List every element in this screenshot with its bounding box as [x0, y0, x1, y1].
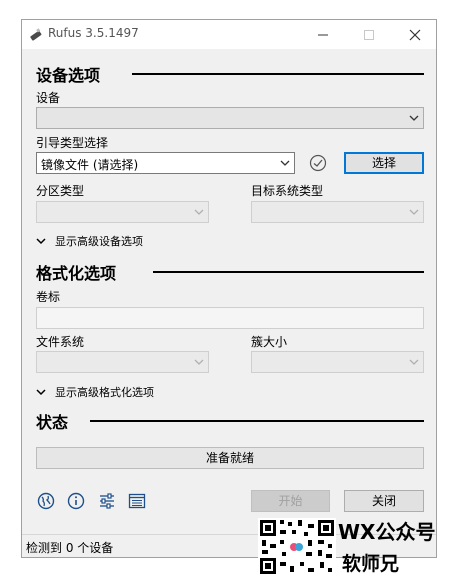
file-system-select[interactable]	[36, 351, 209, 373]
watermark-text: WX公众号	[338, 520, 436, 544]
checkmark-icon[interactable]	[309, 154, 327, 172]
device-select[interactable]	[36, 107, 424, 129]
target-system-select[interactable]	[251, 201, 424, 223]
heading-divider	[153, 271, 424, 273]
volume-label-input[interactable]	[36, 307, 424, 329]
chevron-down-icon	[194, 359, 204, 365]
select-image-button[interactable]: 选择	[344, 152, 424, 174]
settings-sliders-icon[interactable]	[98, 492, 116, 510]
file-system-label: 文件系统	[36, 335, 85, 349]
close-button[interactable]: 关闭	[344, 490, 424, 512]
advanced-format-toggle[interactable]: 显示高级格式化选项	[36, 384, 154, 400]
title-bar: Rufus 3.5.1497	[22, 20, 436, 49]
format-options-heading: 格式化选项	[36, 264, 117, 283]
chevron-down-icon	[36, 238, 46, 245]
partition-scheme-select[interactable]	[36, 201, 209, 223]
heading-divider	[132, 73, 424, 75]
window-title: Rufus 3.5.1497	[48, 26, 139, 40]
volume-label-label: 卷标	[36, 290, 61, 304]
chevron-down-icon	[409, 359, 419, 365]
start-button[interactable]: 开始	[251, 490, 330, 512]
device-count-status: 检测到 0 个设备	[26, 541, 114, 555]
cluster-size-label: 簇大小	[251, 335, 288, 349]
advanced-drive-toggle-label: 显示高级设备选项	[55, 235, 143, 248]
rufus-window: Rufus 3.5.1497 设备选项 设备 引导类型选择 镜像文件 (请选择)…	[21, 19, 437, 558]
info-icon[interactable]	[67, 492, 85, 510]
status-heading: 状态	[36, 413, 69, 432]
usb-drive-icon	[28, 27, 44, 43]
chevron-down-icon	[36, 389, 46, 396]
advanced-drive-toggle[interactable]: 显示高级设备选项	[36, 233, 143, 249]
chevron-down-icon	[194, 209, 204, 215]
boot-selection-select[interactable]: 镜像文件 (请选择)	[36, 152, 295, 174]
boot-selection-value: 镜像文件 (请选择)	[41, 158, 139, 172]
log-icon[interactable]	[128, 492, 146, 510]
globe-icon[interactable]	[37, 492, 55, 510]
chevron-down-icon	[280, 160, 290, 166]
status-progress-bar: 准备就绪	[36, 447, 424, 469]
minimize-button[interactable]	[300, 20, 346, 49]
boot-selection-label: 引导类型选择	[36, 136, 109, 150]
device-label: 设备	[36, 91, 61, 105]
maximize-button[interactable]	[346, 20, 392, 49]
cluster-size-select[interactable]	[251, 351, 424, 373]
drive-properties-heading: 设备选项	[36, 66, 101, 85]
advanced-format-toggle-label: 显示高级格式化选项	[55, 386, 154, 399]
qr-code-image	[258, 518, 336, 576]
watermark-text: 软师兄	[342, 553, 400, 575]
target-system-label: 目标系统类型	[251, 184, 324, 198]
chevron-down-icon	[409, 209, 419, 215]
chevron-down-icon	[409, 115, 419, 121]
heading-divider	[90, 420, 424, 422]
close-window-button[interactable]	[392, 20, 438, 49]
partition-scheme-label: 分区类型	[36, 184, 85, 198]
